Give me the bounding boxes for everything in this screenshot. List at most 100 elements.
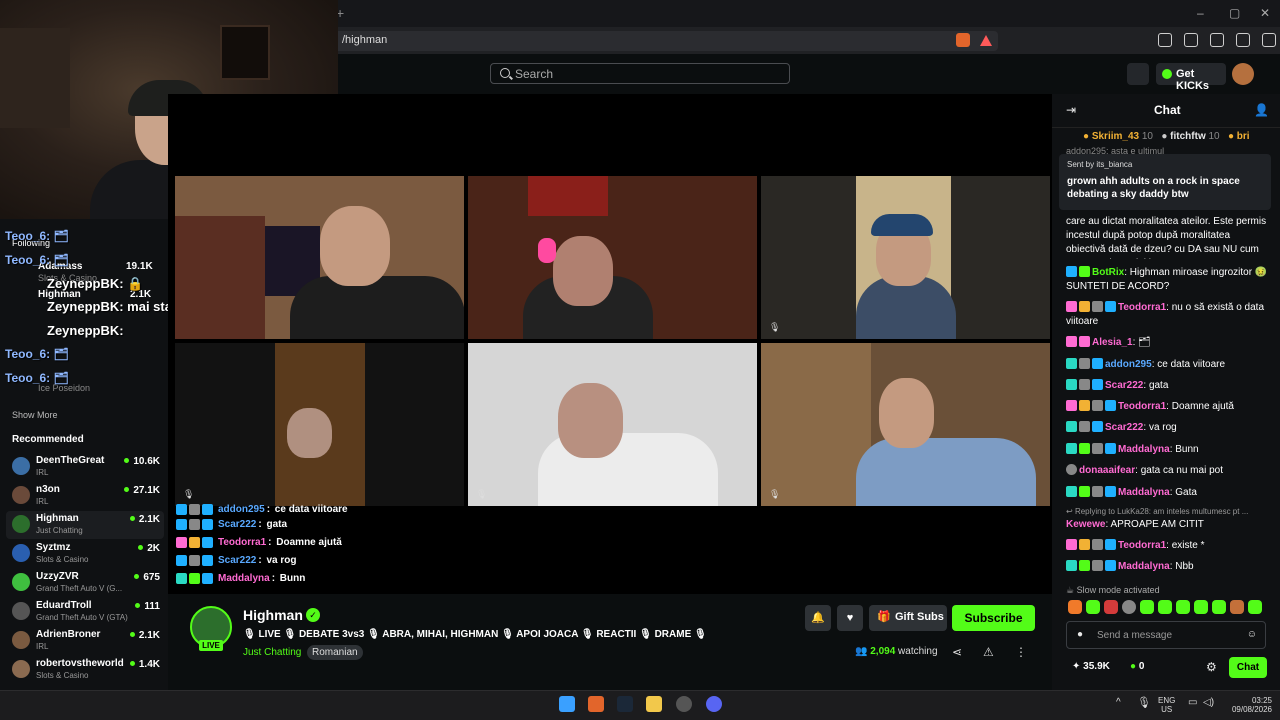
chat-username[interactable]: Maddalyna — [1118, 561, 1170, 572]
close-window-button[interactable]: ✕ — [1260, 6, 1270, 20]
chat-username[interactable]: Teodorra1 — [1118, 401, 1166, 412]
language-indicator[interactable]: ENG US — [1158, 696, 1175, 714]
recommended-item[interactable]: n3on IRL 27.1K — [6, 482, 164, 510]
os-taskbar — [0, 690, 1280, 720]
stream-title: 🎙 LIVE 🎙 DEBATE 3vs3 🎙 ABRA, MIHAI, HIGH… — [243, 629, 707, 640]
chat-username[interactable]: Teodorra1 — [1118, 302, 1166, 313]
leo-ai-icon[interactable] — [1236, 33, 1250, 47]
pinned-author: Sent by its_bianca — [1067, 160, 1133, 169]
volume-icon[interactable]: ◁) — [1203, 697, 1214, 708]
chat-badge-icon[interactable]: ● — [1077, 629, 1083, 640]
kicks-balance[interactable]: ✦ 35.9K — [1072, 661, 1110, 672]
maximize-button[interactable]: ▢ — [1229, 6, 1240, 20]
emoji-icon[interactable]: ☺ — [1247, 629, 1257, 640]
recommended-item[interactable]: AdrienBroner IRL 2.1K — [6, 627, 164, 655]
chat-settings-icon[interactable]: ⚙ — [1206, 660, 1217, 674]
file-explorer-icon[interactable] — [646, 696, 662, 712]
overlay-chat-row: Teodorra1: Doamne ajută — [176, 535, 342, 549]
chat-username[interactable]: donaaaifear — [1079, 465, 1135, 476]
share-icon[interactable]: ⋖ — [952, 645, 962, 659]
chat-username[interactable]: BotRix — [1092, 267, 1124, 278]
chat-text: Gata — [1175, 487, 1197, 498]
channel-name[interactable]: Highman — [243, 607, 303, 623]
chat-username[interactable]: Maddalyna — [1118, 487, 1170, 498]
emote-icon[interactable] — [1176, 600, 1190, 614]
recommended-item[interactable]: Syztmz Slots & Casino 2K — [6, 540, 164, 568]
clock[interactable]: 03:25 09/08/2026 — [1224, 696, 1272, 714]
chat-message: Scar222: va rog — [1066, 421, 1272, 435]
emote-icon[interactable] — [1230, 600, 1244, 614]
obs-icon[interactable] — [676, 696, 692, 712]
recommended-item[interactable]: DeenTheGreat IRL 10.6K — [6, 453, 164, 481]
browser-toolbar — [1158, 33, 1280, 47]
chat-message: Scar222: gata — [1066, 379, 1272, 393]
show-more-link[interactable]: Show More — [12, 410, 58, 420]
brave-icon[interactable] — [588, 696, 604, 712]
wallet-icon[interactable] — [1210, 33, 1224, 47]
emote-icon[interactable] — [1068, 600, 1082, 614]
chat-username[interactable]: Maddalyna — [1118, 444, 1170, 455]
emote-icon[interactable] — [1158, 600, 1172, 614]
user-avatar[interactable] — [1232, 63, 1254, 85]
chat-message: Alesia_1: 🗂 — [1066, 336, 1272, 350]
address-bar[interactable]: /highman — [330, 31, 998, 51]
tray-chevron-icon[interactable]: ^ — [1116, 697, 1121, 708]
channel-points[interactable]: ● 0 — [1130, 661, 1144, 672]
chat-text: care au dictat moralitatea ateilor. Este… — [1066, 216, 1267, 259]
emote-icon[interactable] — [1104, 600, 1118, 614]
emote-icon[interactable] — [1122, 600, 1136, 614]
notification-bell-button[interactable]: 🔔 — [805, 605, 831, 631]
recommended-item[interactable]: EduardTroll Grand Theft Auto V (GTA) 111 — [6, 598, 164, 626]
chat-username[interactable]: Teodorra1 — [1118, 540, 1166, 551]
chat-users-icon[interactable]: 👤 — [1254, 103, 1269, 117]
windows-start-icon[interactable] — [559, 696, 575, 712]
avatar — [12, 486, 30, 504]
recommended-item[interactable]: robertovstheworld Slots & Casino 1.4K — [6, 656, 164, 684]
media-icon[interactable] — [1158, 33, 1172, 47]
microphone-icon[interactable]: 🎙 — [1137, 696, 1151, 709]
participant-tile — [468, 176, 757, 339]
chat-username[interactable]: Scar222 — [1105, 422, 1143, 433]
sidebar-toggle-icon[interactable] — [1184, 33, 1198, 47]
send-chat-button[interactable]: Chat — [1229, 657, 1267, 678]
get-kicks-button[interactable]: Get KICKs — [1156, 63, 1226, 92]
dashboard-button[interactable] — [1127, 63, 1149, 85]
steam-icon[interactable] — [617, 696, 633, 712]
search-input[interactable]: Search — [490, 63, 790, 84]
emote-icon[interactable] — [1194, 600, 1208, 614]
brave-shield-icon[interactable] — [956, 33, 970, 47]
network-icon[interactable]: ▭ — [1188, 697, 1197, 708]
leader-name: fitchftw — [1170, 131, 1206, 142]
follow-heart-button[interactable]: ♥ — [837, 605, 863, 631]
chat-username[interactable]: Kewewe — [1066, 519, 1105, 530]
chat-username[interactable]: Alesia_1 — [1092, 337, 1133, 348]
pinned-message[interactable]: Sent by its_bianca grown ahh adults on a… — [1059, 154, 1271, 210]
collapse-chat-icon[interactable]: ⇥ — [1066, 103, 1076, 117]
chat-username[interactable]: addon295 — [1105, 359, 1152, 370]
reply-context: ↩ Replying to LukKa28: am inteles multum… — [1066, 507, 1249, 516]
report-icon[interactable]: ⚠ — [983, 645, 994, 659]
more-options-icon[interactable]: ⋮ — [1015, 645, 1027, 659]
overlay-chat-row: addon295: ce data viitoare — [176, 502, 348, 516]
emote-icon[interactable] — [1212, 600, 1226, 614]
emote-icon[interactable] — [1248, 600, 1262, 614]
vpn-icon[interactable] — [1262, 33, 1276, 47]
overlay-username: addon295 — [218, 503, 265, 515]
chat-username[interactable]: Scar222 — [1105, 380, 1143, 391]
gift-subs-button[interactable]: 🎁 Gift Subs — [869, 605, 947, 631]
emote-icon[interactable] — [1086, 600, 1100, 614]
avatar — [12, 660, 30, 678]
recommended-heading: Recommended — [12, 434, 84, 445]
chat-message-input[interactable]: ● Send a message ☺ — [1066, 621, 1266, 649]
minimize-button[interactable]: – — [1197, 6, 1204, 20]
channel-name: Highman — [36, 513, 79, 524]
subscribe-button[interactable]: Subscribe — [952, 605, 1035, 631]
language-tag[interactable]: Romanian — [307, 645, 363, 660]
brave-rewards-icon[interactable] — [980, 35, 992, 46]
channel-category: IRL — [36, 642, 49, 651]
emote-icon[interactable] — [1140, 600, 1154, 614]
discord-icon[interactable] — [706, 696, 722, 712]
category-link[interactable]: Just Chatting — [243, 647, 301, 658]
recommended-item[interactable]: UzzyZVR Grand Theft Auto V (G... 675 — [6, 569, 164, 597]
recommended-item[interactable]: Highman Just Chatting 2.1K — [6, 511, 164, 539]
